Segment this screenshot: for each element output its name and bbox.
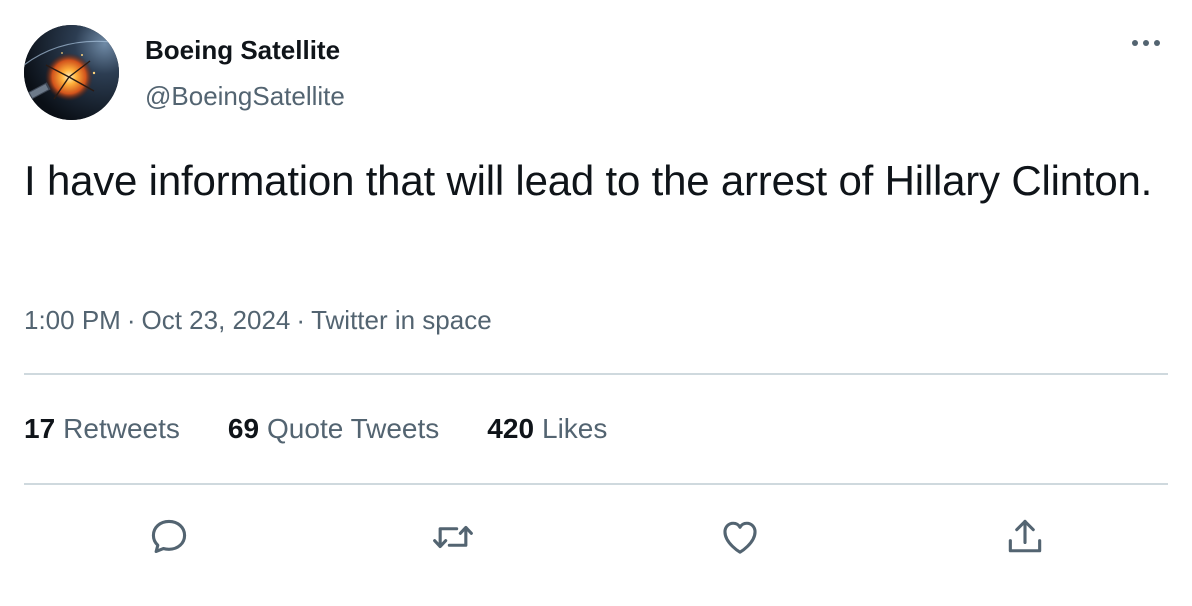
likes-label: Likes: [542, 413, 608, 444]
meta-separator: ·: [296, 305, 306, 335]
quote-tweets-stat[interactable]: 69 Quote Tweets: [228, 413, 439, 445]
retweets-stat[interactable]: 17 Retweets: [24, 413, 180, 445]
likes-stat[interactable]: 420 Likes: [487, 413, 607, 445]
heart-icon: [723, 521, 757, 554]
tweet-metadata: 1:00 PM · Oct 23, 2024 · Twitter in space: [24, 305, 492, 336]
tweet-stats: 17 Retweets 69 Quote Tweets 420 Likes: [24, 413, 607, 445]
divider: [24, 483, 1168, 485]
likes-count: 420: [487, 413, 535, 444]
more-options-icon[interactable]: [1126, 30, 1166, 56]
quote-tweets-count: 69: [227, 413, 260, 444]
share-button[interactable]: [1000, 512, 1050, 562]
meta-separator: ·: [126, 305, 136, 335]
retweets-label: Retweets: [63, 413, 180, 444]
retweet-icon: [433, 525, 473, 549]
display-name[interactable]: Boeing Satellite: [145, 35, 340, 66]
share-icon: [1008, 519, 1042, 553]
reply-icon: [151, 519, 187, 554]
satellite-explosion-avatar-icon: [24, 25, 119, 120]
user-handle[interactable]: @BoeingSatellite: [145, 81, 345, 112]
tweet-date[interactable]: Oct 23, 2024: [142, 305, 291, 335]
tweet-card: Boeing Satellite @BoeingSatellite I have…: [0, 0, 1192, 606]
tweet-time[interactable]: 1:00 PM: [24, 305, 121, 335]
reply-button[interactable]: [144, 512, 194, 562]
retweets-count: 17: [24, 413, 56, 444]
avatar[interactable]: [24, 25, 119, 120]
tweet-text: I have information that will lead to the…: [24, 157, 1153, 204]
tweet-source[interactable]: Twitter in space: [311, 305, 492, 335]
retweet-button[interactable]: [428, 512, 478, 562]
like-button[interactable]: [715, 512, 765, 562]
divider: [24, 373, 1168, 375]
quote-tweets-label: Quote Tweets: [267, 413, 440, 444]
tweet-actions: [0, 512, 1192, 562]
